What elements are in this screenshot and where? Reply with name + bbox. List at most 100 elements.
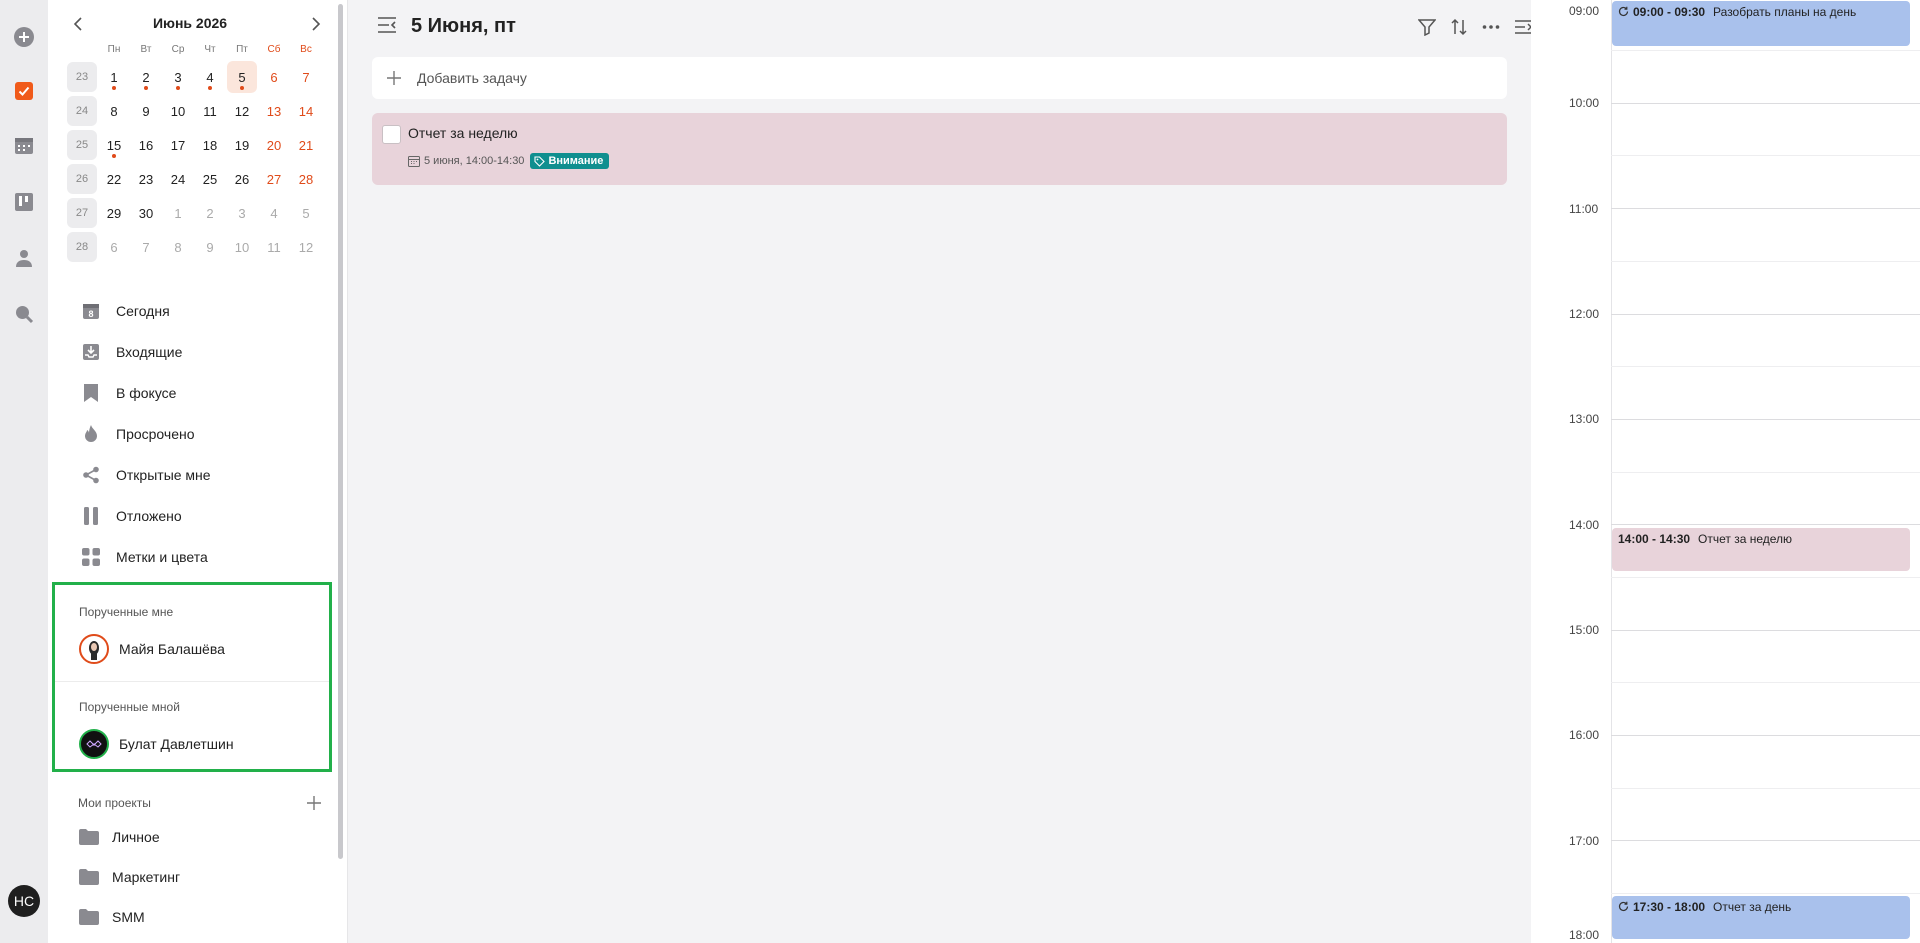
- project-item[interactable]: Маркетинг: [78, 868, 180, 886]
- timeline-event[interactable]: 09:00 - 09:30 Разобрать планы на день: [1612, 1, 1910, 46]
- sidebar-item-focus[interactable]: В фокусе: [72, 372, 332, 413]
- calendar-day[interactable]: 2: [194, 196, 226, 230]
- week-number[interactable]: 27: [67, 198, 97, 228]
- sidebar-item-label: Просрочено: [116, 425, 195, 442]
- calendar-day[interactable]: 18: [194, 128, 226, 162]
- user-avatar[interactable]: НС: [8, 885, 40, 917]
- week-number[interactable]: 26: [67, 164, 97, 194]
- calendar-day[interactable]: 6: [98, 230, 130, 264]
- calendar-day[interactable]: 3: [162, 60, 194, 94]
- calendar-day[interactable]: 10: [162, 94, 194, 128]
- hour-line: [1611, 208, 1920, 209]
- week-number[interactable]: 24: [67, 96, 97, 126]
- sidebar-item-postponed[interactable]: Отложено: [72, 495, 332, 536]
- calendar-day[interactable]: 7: [130, 230, 162, 264]
- calendar-day[interactable]: 8: [162, 230, 194, 264]
- calendar-day[interactable]: 16: [130, 128, 162, 162]
- hour-label: 16:00: [1569, 728, 1600, 742]
- calendar-day[interactable]: 12: [226, 94, 258, 128]
- task-checkbox[interactable]: [382, 125, 401, 144]
- calendar-week: 24 8 9 10 11 12 13 14: [66, 94, 322, 128]
- sort-icon[interactable]: [1448, 16, 1470, 38]
- collapse-sidebar-icon[interactable]: [377, 16, 397, 36]
- calendar-day[interactable]: 29: [98, 196, 130, 230]
- weekday-row: Пн Вт Ср Чт Пт Сб Вс: [66, 44, 322, 60]
- week-number[interactable]: 23: [67, 62, 97, 92]
- sidebar-item-inbox[interactable]: Входящие: [72, 331, 332, 372]
- calendar-day[interactable]: 6: [258, 60, 290, 94]
- calendar-day[interactable]: 15: [98, 128, 130, 162]
- mini-calendar: Пн Вт Ср Чт Пт Сб Вс 23 1 2 3 4 5 6 7 24…: [66, 44, 322, 264]
- calendar-day[interactable]: 11: [258, 230, 290, 264]
- add-project-icon[interactable]: [304, 793, 324, 813]
- weekday-label: Пт: [236, 44, 248, 55]
- calendar-day[interactable]: 28: [290, 162, 322, 196]
- calendar-day[interactable]: 8: [98, 94, 130, 128]
- hour-label: 09:00: [1569, 4, 1600, 18]
- hour-label: 10:00: [1569, 96, 1600, 110]
- task-card[interactable]: Отчет за неделю 5 июня, 14:00-14:30 Вним…: [372, 113, 1507, 185]
- calendar-day[interactable]: 9: [130, 94, 162, 128]
- calendar-week: 23 1 2 3 4 5 6 7: [66, 60, 322, 94]
- sidebar-item-overdue[interactable]: Просрочено: [72, 413, 332, 454]
- timeline-event[interactable]: 17:30 - 18:00 Отчет за день: [1612, 896, 1910, 939]
- board-icon[interactable]: [12, 190, 36, 214]
- calendar-day-selected[interactable]: 5: [226, 60, 258, 94]
- calendar-day[interactable]: 9: [194, 230, 226, 264]
- sidebar-item-label: Открытые мне: [116, 466, 211, 483]
- weekday-label: Вт: [140, 44, 152, 55]
- calendar-day[interactable]: 17: [162, 128, 194, 162]
- calendar-day[interactable]: 21: [290, 128, 322, 162]
- calendar-day[interactable]: 22: [98, 162, 130, 196]
- calendar-day[interactable]: 13: [258, 94, 290, 128]
- chevron-right-icon[interactable]: [306, 14, 326, 34]
- calendar-day[interactable]: 20: [258, 128, 290, 162]
- calendar-day[interactable]: 4: [194, 60, 226, 94]
- calendar-day[interactable]: 30: [130, 196, 162, 230]
- calendar-day[interactable]: 5: [290, 196, 322, 230]
- assigned-to-me-person[interactable]: Майя Балашёва: [79, 634, 225, 664]
- event-time: 09:00 - 09:30: [1633, 5, 1706, 19]
- sidebar-scrollbar[interactable]: [338, 4, 343, 859]
- calendar-day[interactable]: 11: [194, 94, 226, 128]
- folder-icon: [79, 869, 99, 885]
- calendar-day[interactable]: 23: [130, 162, 162, 196]
- more-icon[interactable]: [1480, 16, 1502, 38]
- half-hour-line: [1611, 893, 1920, 894]
- task-tag[interactable]: Внимание: [530, 153, 610, 169]
- add-task-input[interactable]: [417, 70, 1217, 86]
- sidebar-item-tags[interactable]: Метки и цвета: [72, 536, 332, 577]
- calendar-day[interactable]: 19: [226, 128, 258, 162]
- calendar-day[interactable]: 2: [130, 60, 162, 94]
- project-item[interactable]: SMM: [78, 908, 145, 926]
- sidebar-item-shared[interactable]: Открытые мне: [72, 454, 332, 495]
- calendar-day[interactable]: 1: [162, 196, 194, 230]
- calendar-small-icon: [408, 156, 420, 167]
- add-icon[interactable]: [12, 25, 36, 49]
- calendar-day[interactable]: 12: [290, 230, 322, 264]
- calendar-day[interactable]: 3: [226, 196, 258, 230]
- assigned-by-me-person[interactable]: Булат Давлетшин: [79, 729, 234, 759]
- calendar-day[interactable]: 26: [226, 162, 258, 196]
- filter-icon[interactable]: [1416, 16, 1438, 38]
- tasks-icon[interactable]: [12, 79, 36, 103]
- search-icon[interactable]: [12, 302, 36, 326]
- sidebar-item-today[interactable]: 8 Сегодня: [72, 290, 332, 331]
- calendar-day[interactable]: 4: [258, 196, 290, 230]
- calendar-day[interactable]: 27: [258, 162, 290, 196]
- calendar-icon[interactable]: [12, 134, 36, 158]
- calendar-day[interactable]: 14: [290, 94, 322, 128]
- contacts-icon[interactable]: [12, 246, 36, 270]
- calendar-day[interactable]: 25: [194, 162, 226, 196]
- calendar-day[interactable]: 1: [98, 60, 130, 94]
- add-task-bar[interactable]: [372, 57, 1507, 99]
- calendar-day[interactable]: 10: [226, 230, 258, 264]
- project-item[interactable]: Личное: [78, 828, 160, 846]
- calendar-day[interactable]: 24: [162, 162, 194, 196]
- half-hour-line: [1611, 682, 1920, 683]
- week-number[interactable]: 28: [67, 232, 97, 262]
- week-number[interactable]: 25: [67, 130, 97, 160]
- timeline-event[interactable]: 14:00 - 14:30 Отчет за неделю: [1612, 528, 1910, 571]
- calendar-day[interactable]: 7: [290, 60, 322, 94]
- hour-label: 14:00: [1569, 518, 1600, 532]
